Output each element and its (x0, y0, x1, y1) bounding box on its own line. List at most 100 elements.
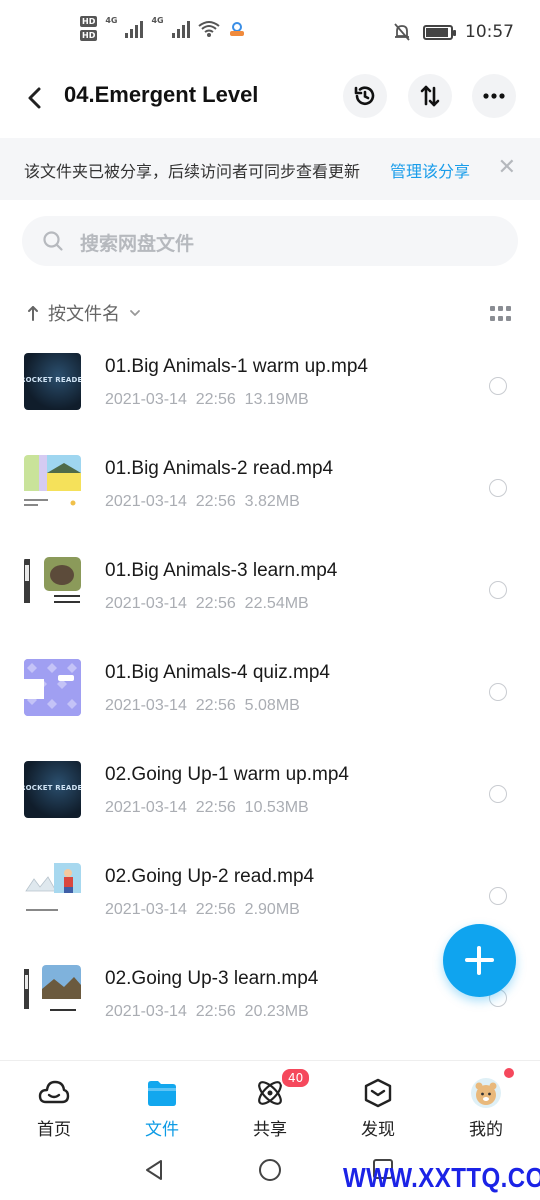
file-date: 2021-03-14 (105, 697, 187, 714)
file-row[interactable]: ROCKET READERS 01.Big Animals-1 warm up.… (0, 340, 540, 442)
file-size: 22.54MB (244, 595, 309, 612)
tab-mine[interactable]: 我的 (446, 1068, 526, 1141)
file-meta: 2021-03-14 22:56 20.23MB (105, 1003, 309, 1021)
select-radio[interactable] (489, 377, 507, 395)
file-row[interactable]: 01.Big Animals-4 quiz.mp4 2021-03-14 22:… (0, 646, 540, 748)
file-row[interactable]: 01.Big Animals-3 learn.mp4 2021-03-14 22… (0, 544, 540, 646)
file-date: 2021-03-14 (105, 391, 187, 408)
more-icon (483, 93, 505, 99)
network-type-2: 4G (151, 16, 164, 25)
file-meta: 2021-03-14 22:56 10.53MB (105, 799, 309, 817)
history-icon (354, 86, 375, 105)
file-date: 2021-03-14 (105, 595, 187, 612)
file-date: 2021-03-14 (105, 799, 187, 816)
file-time: 22:56 (195, 595, 236, 612)
status-bar: HD HD 4G 4G 10:57 (0, 0, 540, 68)
clock: 10:57 (465, 22, 514, 42)
notification-dot (504, 1068, 514, 1078)
select-radio[interactable] (489, 581, 507, 599)
sort-label: 按文件名 (48, 304, 120, 325)
tab-label: 我的 (469, 1120, 503, 1140)
file-name: 01.Big Animals-2 read.mp4 (105, 458, 334, 479)
file-date: 2021-03-14 (105, 1003, 187, 1020)
signal-icon-1 (125, 20, 144, 38)
chevron-down-icon (130, 310, 140, 316)
video-thumbnail: ROCKET READERS (24, 761, 81, 818)
file-name: 02.Going Up-3 learn.mp4 (105, 968, 319, 989)
share-badge: 40 (280, 1067, 312, 1089)
file-meta: 2021-03-14 22:56 13.19MB (105, 391, 309, 409)
more-button[interactable] (472, 74, 516, 118)
status-left: HD HD 4G 4G (80, 16, 246, 41)
sort-row: 按文件名 (0, 298, 540, 330)
transfer-button[interactable] (408, 74, 452, 118)
share-banner-text: 该文件夹已被分享，后续访问者可同步查看更新 (24, 162, 361, 181)
arrow-up-icon (28, 306, 38, 321)
file-time: 22:56 (195, 697, 236, 714)
hd-badge-2: HD (80, 30, 98, 41)
hd-indicators: HD HD (80, 16, 98, 41)
signal-icon-2 (171, 20, 190, 38)
video-thumbnail (24, 863, 81, 920)
hd-badge-1: HD (80, 16, 98, 27)
tab-files[interactable]: 文件 (122, 1075, 202, 1141)
history-button[interactable] (343, 74, 387, 118)
nav-home-icon[interactable] (258, 1158, 282, 1182)
video-thumbnail (24, 965, 81, 1022)
folder-icon (148, 1081, 176, 1106)
file-size: 20.23MB (244, 1003, 309, 1020)
header-bar: 04.Emergent Level (0, 72, 540, 124)
sort-by-name-button[interactable]: 按文件名 (26, 300, 142, 326)
cloud-home-icon (38, 1080, 70, 1104)
status-right: 10:57 (393, 22, 514, 42)
select-radio[interactable] (489, 479, 507, 497)
file-name: 02.Going Up-1 warm up.mp4 (105, 764, 349, 785)
file-row[interactable]: ROCKET READERS 02.Going Up-1 warm up.mp4… (0, 748, 540, 850)
file-time: 22:56 (195, 391, 236, 408)
sort-transfer-icon (420, 85, 440, 107)
close-icon[interactable]: ✕ (498, 155, 516, 180)
cube-discover-icon (364, 1078, 392, 1108)
file-name: 01.Big Animals-4 quiz.mp4 (105, 662, 330, 683)
search-input[interactable]: 搜索网盘文件 (22, 216, 518, 266)
page-title: 04.Emergent Level (64, 82, 259, 107)
select-radio[interactable] (489, 785, 507, 803)
file-name: 01.Big Animals-3 learn.mp4 (105, 560, 338, 581)
file-row[interactable]: 01.Big Animals-2 read.mp4 2021-03-14 22:… (0, 442, 540, 544)
video-thumbnail (24, 557, 81, 614)
add-button[interactable] (443, 924, 516, 997)
file-size: 13.19MB (244, 391, 309, 408)
manage-share-link[interactable]: 管理该分享 (390, 158, 470, 182)
file-meta: 2021-03-14 22:56 2.90MB (105, 901, 300, 919)
tab-label: 发现 (361, 1120, 395, 1140)
wifi-icon (198, 20, 220, 37)
tab-discover[interactable]: 发现 (338, 1075, 418, 1141)
file-date: 2021-03-14 (105, 901, 187, 918)
grid-view-icon[interactable] (490, 306, 511, 322)
nav-back-icon[interactable] (143, 1158, 165, 1182)
mute-bell-icon (394, 23, 410, 41)
bottom-tab-bar: 首页 文件 40 共享 发现 我的 (0, 1060, 540, 1145)
select-radio[interactable] (489, 887, 507, 905)
share-banner: 该文件夹已被分享，后续访问者可同步查看更新 管理该分享 ✕ (0, 138, 540, 200)
tab-home[interactable]: 首页 (14, 1075, 94, 1141)
file-name: 01.Big Animals-1 warm up.mp4 (105, 356, 368, 377)
tab-label: 文件 (145, 1120, 179, 1140)
video-thumbnail (24, 659, 81, 716)
cloud-sync-icon (229, 21, 244, 36)
file-size: 3.82MB (244, 493, 300, 510)
network-type-1: 4G (105, 16, 118, 25)
tab-label: 共享 (253, 1120, 287, 1140)
file-time: 22:56 (195, 493, 236, 510)
tab-share[interactable]: 40 共享 (230, 1067, 312, 1141)
search-icon (43, 231, 63, 251)
file-meta: 2021-03-14 22:56 22.54MB (105, 595, 309, 613)
select-radio[interactable] (489, 683, 507, 701)
back-icon[interactable] (22, 80, 48, 116)
file-time: 22:56 (195, 799, 236, 816)
thumbnail-text: ROCKET READERS (24, 376, 81, 384)
file-name: 02.Going Up-2 read.mp4 (105, 866, 315, 887)
file-size: 5.08MB (244, 697, 300, 714)
watermark-text: WWW.XXTTQ.COM (343, 1162, 540, 1193)
file-time: 22:56 (195, 1003, 236, 1020)
